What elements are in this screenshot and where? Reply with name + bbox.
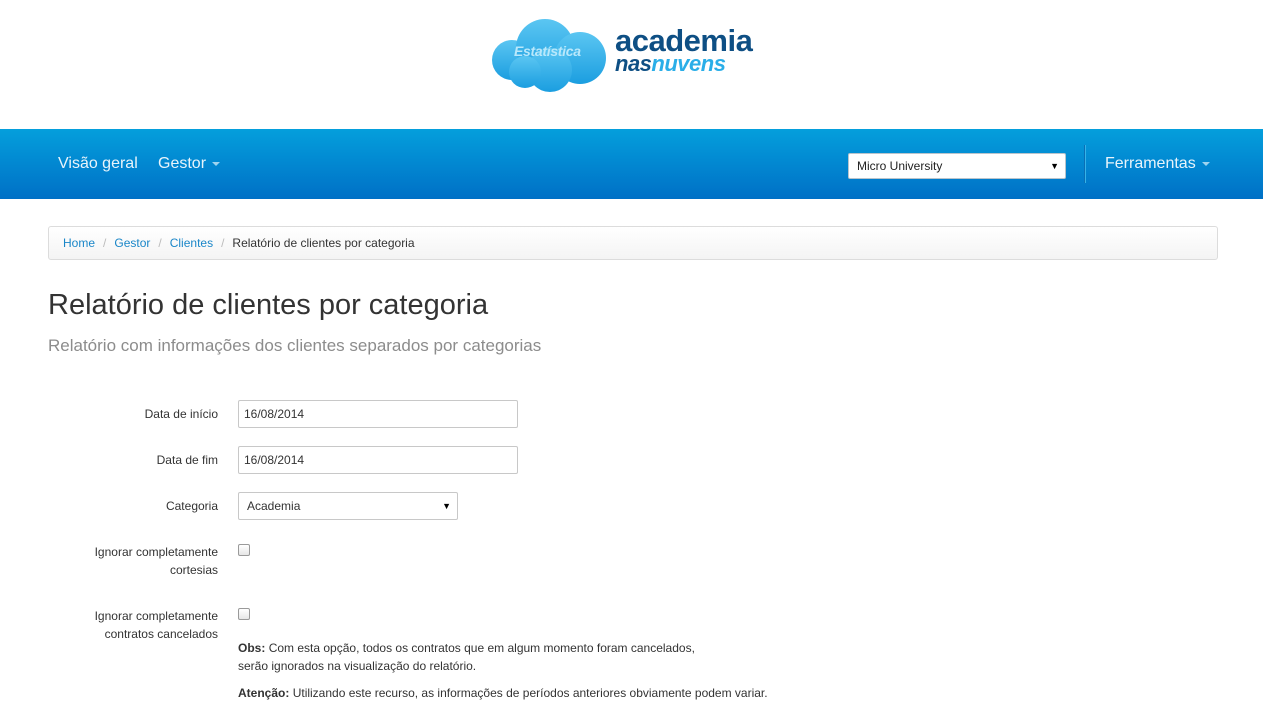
logo[interactable]: Estatística academia nasnuvens [490, 18, 780, 92]
logo-word-nuvens: nuvens [651, 51, 726, 76]
warning-label: Atenção: [238, 686, 290, 700]
triangle-down-icon: ▼ [442, 501, 451, 511]
start-date-label: Data de início [144, 407, 218, 421]
breadcrumb-separator: / [158, 236, 162, 250]
nav-ferramentas-label: Ferramentas [1105, 155, 1196, 172]
nav-gestor-label: Gestor [158, 155, 207, 172]
obs-note: Obs: Com esta opção, todos os contratos … [238, 639, 695, 675]
caret-down-icon [1201, 161, 1210, 166]
end-date-input[interactable] [238, 446, 518, 474]
ignore-courtesies-label-line2: cortesias [169, 563, 218, 577]
unit-select-value: Micro University [857, 159, 943, 173]
ignore-cancelled-checkbox[interactable] [238, 608, 250, 620]
category-select-value: Academia [247, 499, 301, 513]
ignore-cancelled-label-line1: Ignorar completamente [94, 609, 218, 623]
logo-word-nas: nas [615, 51, 652, 76]
breadcrumb-separator: / [103, 236, 107, 250]
logo-cloud-text: Estatística [514, 43, 581, 59]
warning-text: Utilizando este recurso, as informações … [292, 686, 768, 700]
nav-gestor-dropdown[interactable]: Gestor [158, 155, 221, 173]
nav-divider [1084, 145, 1086, 183]
nav-visao-geral[interactable]: Visão geral [58, 155, 138, 173]
ignore-cancelled-label-line2: contratos cancelados [104, 627, 218, 641]
triangle-down-icon: ▼ [1050, 161, 1059, 171]
end-date-label: Data de fim [156, 453, 218, 467]
category-select[interactable]: Academia ▼ [238, 492, 458, 520]
page-subtitle: Relatório com informações dos clientes s… [48, 336, 542, 355]
obs-text-line2: serão ignorados na visualização do relat… [238, 659, 477, 673]
unit-select[interactable]: Micro University ▼ [848, 153, 1066, 179]
caret-down-icon [212, 161, 221, 166]
page-title: Relatório de clientes por categoria [48, 289, 489, 321]
start-date-input[interactable] [238, 400, 518, 428]
main-navbar: Visão geral Gestor Micro University ▼ Fe… [0, 129, 1263, 199]
ignore-courtesies-label: Ignorar completamente cortesias [95, 543, 218, 579]
ignore-courtesies-label-line1: Ignorar completamente [94, 545, 218, 559]
nav-ferramentas-dropdown[interactable]: Ferramentas [1105, 155, 1210, 173]
obs-text-line1: Com esta opção, todos os contratos que e… [268, 641, 695, 655]
ignore-courtesies-checkbox[interactable] [238, 544, 250, 556]
breadcrumb-current: Relatório de clientes por categoria [232, 236, 415, 250]
category-label: Categoria [165, 499, 218, 513]
logo-word-nasnuvens: nasnuvens [615, 51, 726, 76]
breadcrumb: Home / Gestor / Clientes / Relatório de client… [48, 226, 1218, 260]
breadcrumb-home[interactable]: Home [63, 236, 95, 250]
breadcrumb-gestor[interactable]: Gestor [114, 236, 150, 250]
breadcrumb-clientes[interactable]: Clientes [170, 236, 213, 250]
obs-label: Obs: [238, 641, 266, 655]
ignore-cancelled-label: Ignorar completamente contratos cancelad… [95, 607, 218, 643]
obs-note-line1: Obs: Com esta opção, todos os contratos … [238, 639, 695, 657]
breadcrumb-separator: / [221, 236, 225, 250]
warning-note: Atenção: Utilizando este recurso, as inf… [238, 684, 768, 702]
